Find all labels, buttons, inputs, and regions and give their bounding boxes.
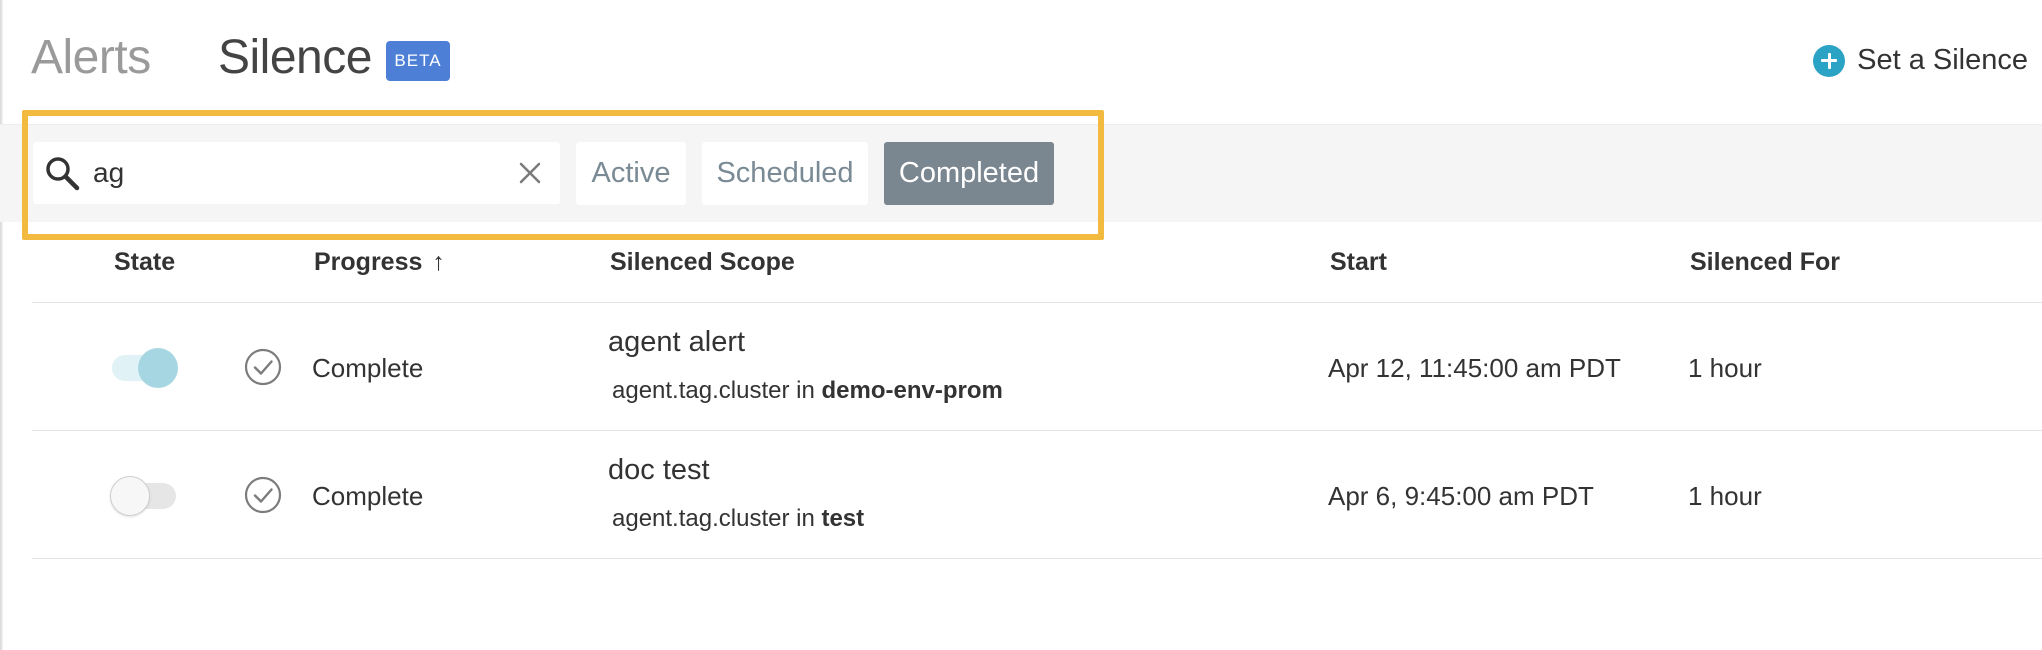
tab-alerts[interactable]: Alerts (31, 30, 151, 85)
filter-completed-button[interactable]: Completed (884, 142, 1054, 205)
filter-active-button[interactable]: Active (576, 142, 686, 205)
scope-value: test (821, 505, 865, 532)
column-header-silenced-scope[interactable]: Silenced Scope (610, 248, 795, 277)
scope-detail: agent.tag.cluster in test (612, 505, 864, 533)
silenced-duration: 1 hour (1688, 353, 1762, 383)
scope-key: agent.tag.cluster in (612, 377, 815, 404)
state-toggle[interactable] (110, 476, 176, 516)
column-header-silenced-for[interactable]: Silenced For (1690, 248, 1840, 277)
column-header-start[interactable]: Start (1330, 248, 1387, 277)
start-time: Apr 6, 9:45:00 am PDT (1328, 481, 1594, 511)
silenced-duration: 1 hour (1688, 481, 1762, 511)
scope-name[interactable]: agent alert (608, 326, 745, 359)
check-circle-icon (244, 348, 282, 391)
start-time: Apr 12, 11:45:00 am PDT (1328, 353, 1621, 383)
set-silence-label: Set a Silence (1857, 44, 2028, 76)
toggle-knob (138, 348, 178, 388)
state-toggle[interactable] (112, 348, 178, 388)
toggle-knob (110, 476, 150, 516)
scope-name[interactable]: doc test (608, 454, 710, 487)
column-header-state[interactable]: State (114, 248, 175, 277)
table-divider (32, 302, 2042, 303)
filter-scheduled-button[interactable]: Scheduled (702, 142, 868, 205)
scope-value: demo-env-prom (821, 377, 1003, 404)
column-header-progress-label: Progress (314, 248, 423, 276)
close-icon[interactable] (518, 161, 542, 190)
search-icon (43, 154, 83, 199)
sort-ascending-icon: ↑ (432, 248, 445, 276)
table-row-divider (32, 430, 2042, 431)
plus-circle-icon (1813, 44, 1846, 77)
set-silence-button[interactable]: Set a Silence (1813, 44, 2028, 77)
table-row-divider (32, 558, 2042, 559)
check-circle-icon (244, 476, 282, 519)
search-input[interactable] (93, 152, 513, 194)
progress-text: Complete (312, 353, 424, 383)
beta-badge: BETA (386, 41, 450, 81)
tab-silence[interactable]: Silence (218, 30, 372, 85)
scope-detail: agent.tag.cluster in demo-env-prom (612, 377, 1003, 405)
progress-text: Complete (312, 481, 424, 511)
scope-key: agent.tag.cluster in (612, 505, 815, 532)
column-header-progress[interactable]: Progress ↑ (314, 248, 445, 277)
left-edge-shadow (0, 0, 3, 650)
search-box[interactable] (33, 142, 560, 204)
